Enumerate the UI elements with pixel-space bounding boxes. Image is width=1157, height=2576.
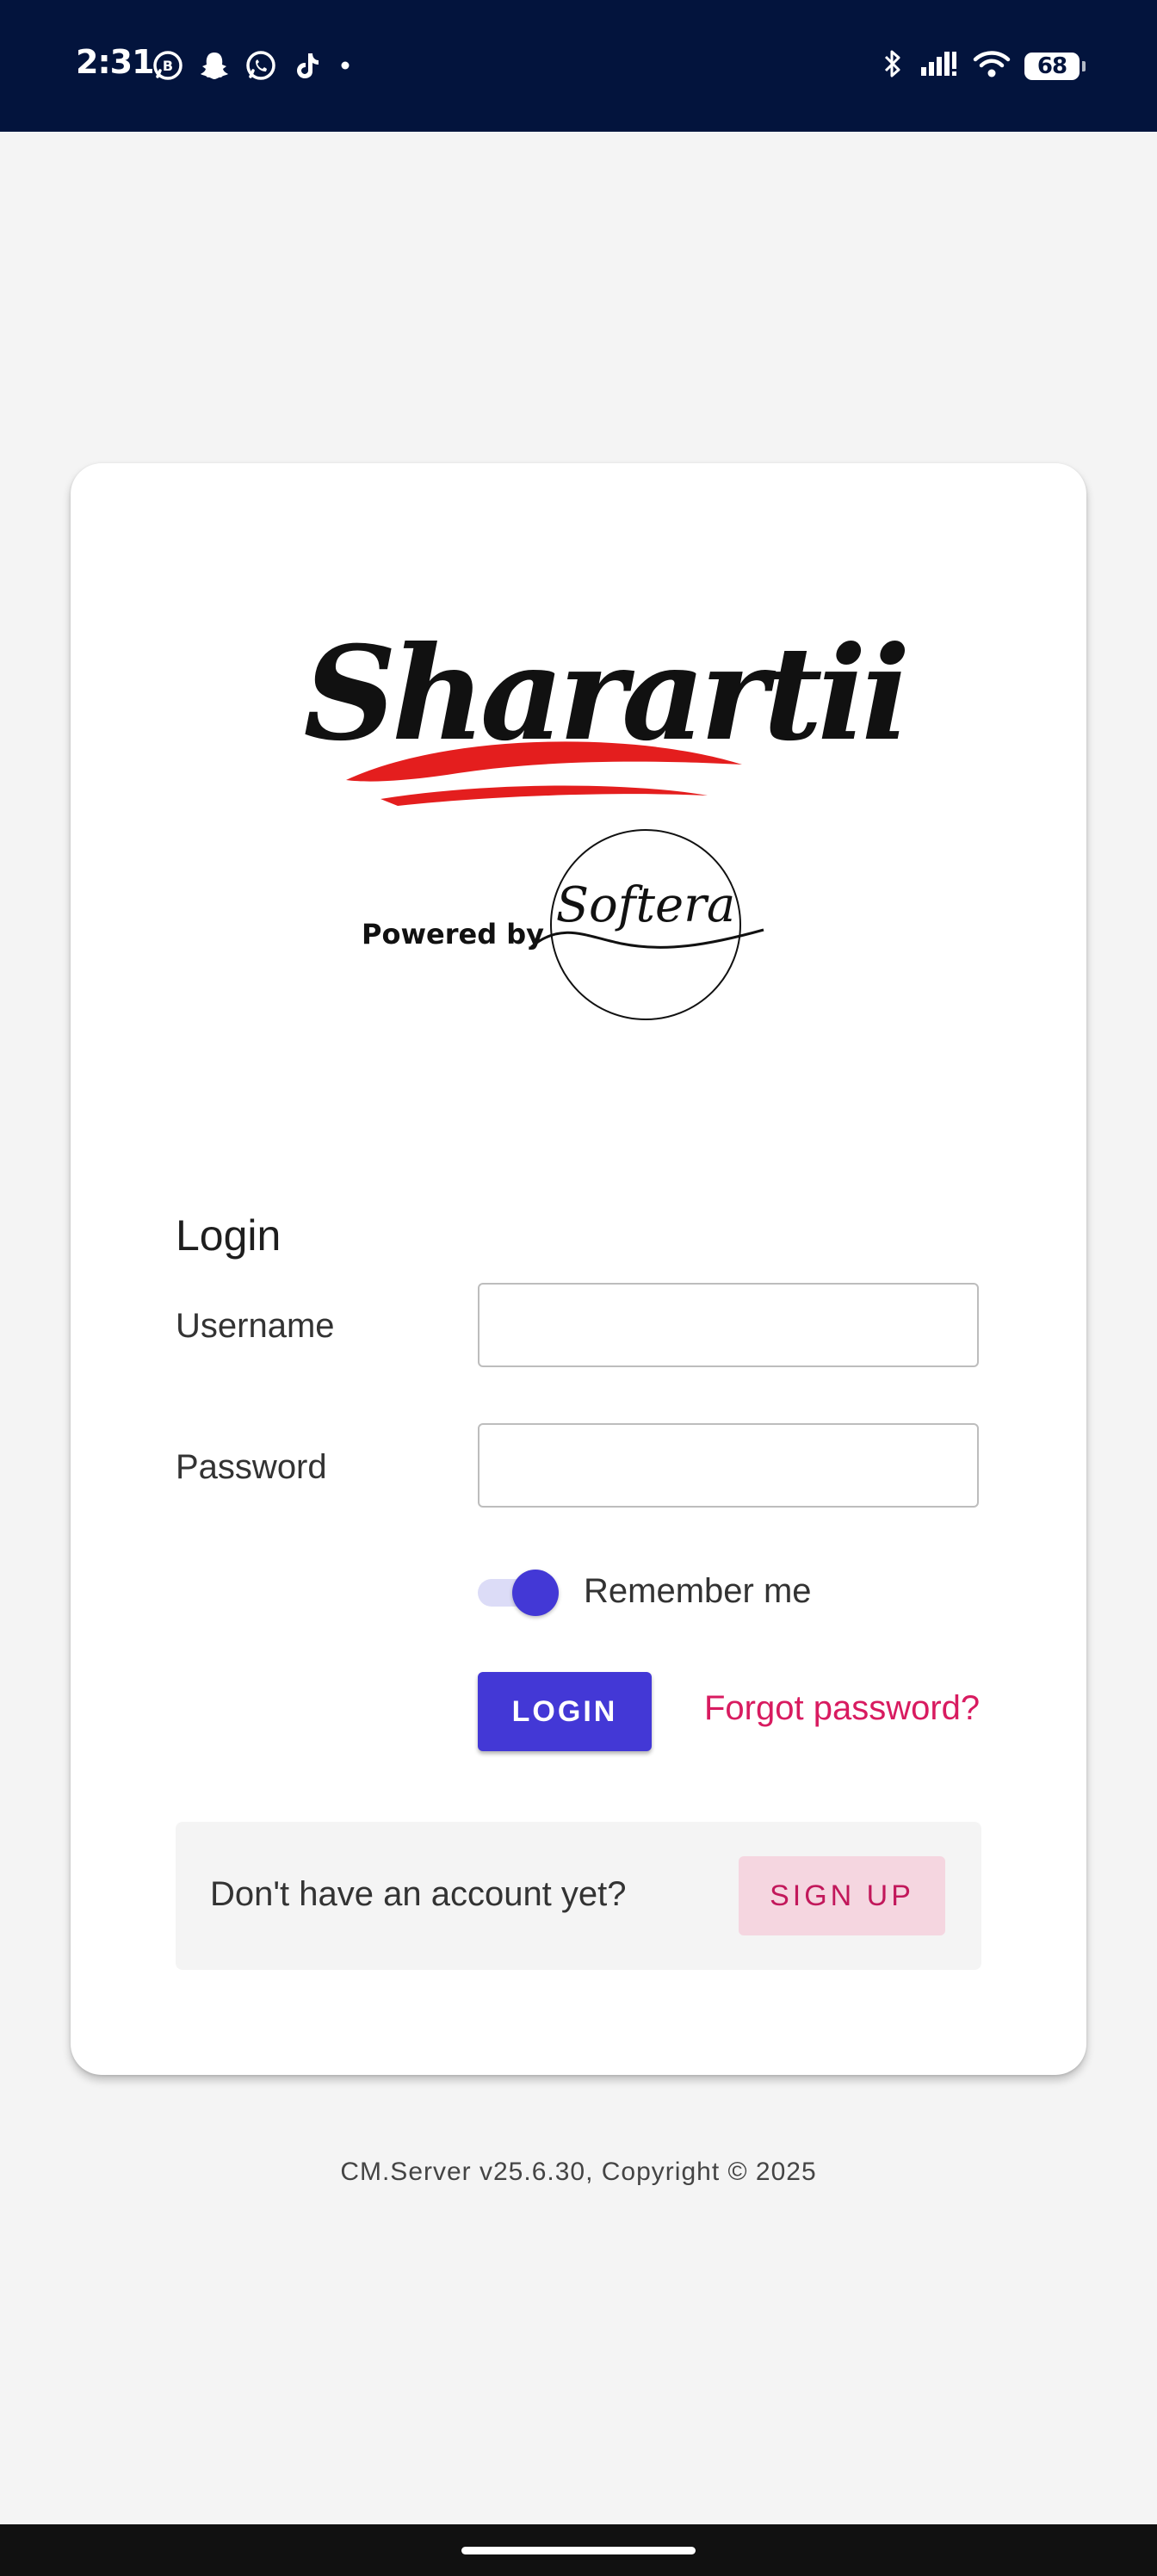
home-gesture-handle[interactable] bbox=[461, 2547, 696, 2554]
logo: Sharartii Powered by Softera bbox=[277, 506, 949, 1040]
snapchat-icon bbox=[197, 48, 232, 83]
navigation-bar bbox=[0, 2524, 1157, 2576]
bluetooth-icon bbox=[880, 46, 906, 85]
signup-box: Don't have an account yet? SIGN UP bbox=[176, 1822, 981, 1970]
remember-me-label[interactable]: Remember me bbox=[584, 1572, 812, 1611]
notification-icons: B bbox=[151, 48, 354, 83]
system-status: 68 bbox=[880, 46, 1086, 85]
forgot-password-link[interactable]: Forgot password? bbox=[704, 1689, 980, 1728]
whatsapp-icon bbox=[244, 48, 278, 83]
signal-icon bbox=[919, 46, 959, 85]
status-bar: 2:31 B 68 bbox=[0, 0, 1157, 132]
username-label: Username bbox=[176, 1307, 335, 1345]
logo-swash-tail bbox=[381, 785, 708, 806]
brand-logo: Sharartii Powered by Softera bbox=[303, 618, 911, 1020]
footer-copyright: CM.Server v25.6.30, Copyright © 2025 bbox=[340, 2158, 817, 2186]
partner-wordmark: Softera bbox=[556, 877, 736, 933]
tiktok-icon bbox=[290, 48, 325, 83]
password-input[interactable] bbox=[478, 1423, 979, 1508]
username-input[interactable] bbox=[478, 1283, 979, 1367]
svg-text:B: B bbox=[163, 58, 173, 74]
login-button[interactable]: LOGIN bbox=[478, 1672, 652, 1751]
password-label: Password bbox=[176, 1448, 327, 1486]
wifi-icon bbox=[973, 46, 1011, 85]
login-heading: Login bbox=[176, 1211, 282, 1260]
powered-by-label: Powered by bbox=[362, 918, 544, 951]
battery-icon: 68 bbox=[1024, 52, 1086, 80]
whatsapp-business-icon: B bbox=[151, 48, 185, 83]
status-time: 2:31 bbox=[76, 43, 155, 81]
signup-prompt: Don't have an account yet? bbox=[210, 1875, 627, 1913]
toggle-thumb bbox=[512, 1570, 559, 1616]
remember-me-toggle[interactable] bbox=[478, 1567, 560, 1619]
brand-wordmark: Sharartii bbox=[303, 618, 905, 770]
more-dot-icon bbox=[337, 48, 354, 83]
sign-up-button[interactable]: SIGN UP bbox=[739, 1856, 945, 1935]
